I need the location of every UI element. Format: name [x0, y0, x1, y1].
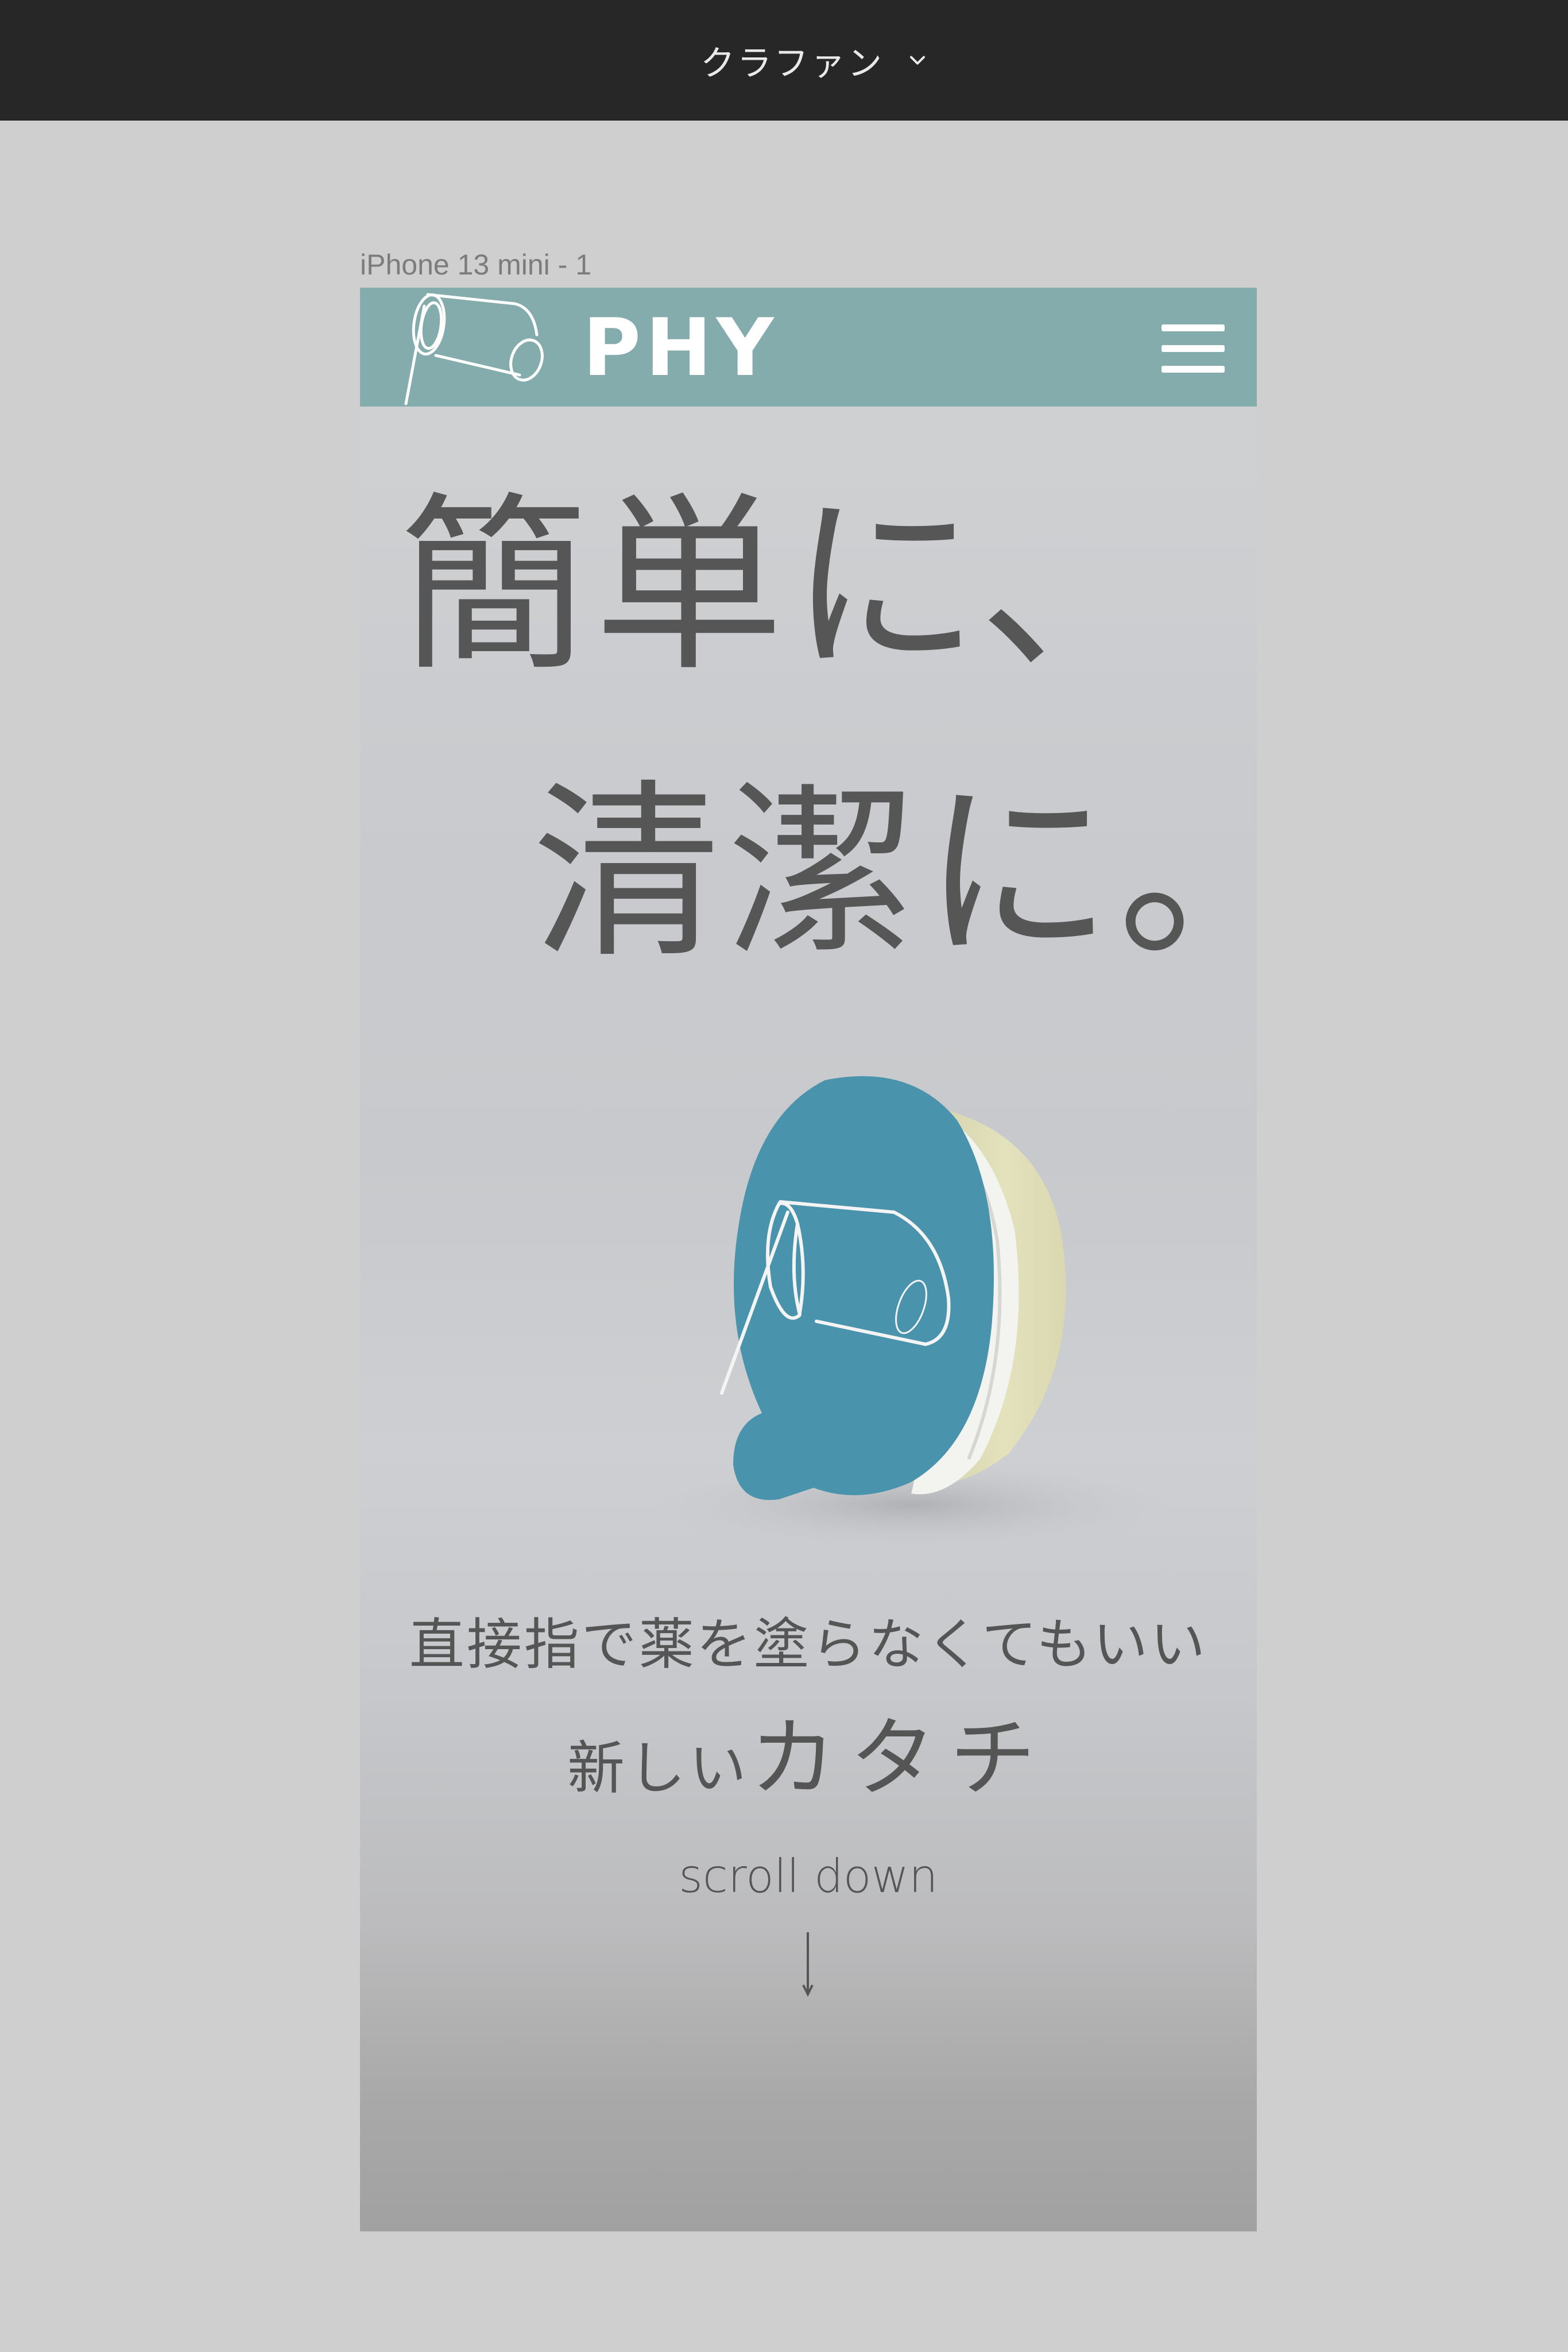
iphone-frame: PHY 簡単に、 清潔に。 直接指で薬を塗らなくてもいい 新しいカタチ scro…	[360, 288, 1257, 2231]
menu-bar	[1162, 366, 1225, 373]
hamburger-menu-icon[interactable]	[1162, 320, 1225, 375]
headline-line-2: 清潔に。	[532, 763, 1257, 984]
arrow-down-icon[interactable]	[796, 1930, 819, 1999]
product-applicator-image	[647, 1076, 1175, 1551]
tagline-line-2: 新しいカタチ	[360, 1689, 1257, 1813]
frame-label[interactable]: iPhone 13 mini - 1	[360, 248, 591, 281]
site-header: PHY	[360, 288, 1257, 407]
brand-logo-text[interactable]: PHY	[583, 305, 779, 391]
project-switcher[interactable]: クラファン	[700, 29, 930, 92]
chevron-down-icon	[909, 56, 926, 65]
headline-line-1: 簡単に、	[399, 476, 1175, 697]
top-toolbar: クラファン	[0, 0, 1568, 121]
menu-bar	[1162, 345, 1225, 352]
tagline-emphasis: カタチ	[749, 1709, 1050, 1809]
scroll-down-link[interactable]: scroll down	[360, 1850, 1257, 1903]
menu-bar	[1162, 324, 1225, 331]
project-name: クラファン	[700, 43, 884, 84]
tagline-line-1: 直接指で薬を塗らなくてもいい	[409, 1612, 1208, 1677]
phy-logo-icon[interactable]	[383, 289, 549, 407]
tagline-prefix: 新しい	[567, 1735, 750, 1802]
